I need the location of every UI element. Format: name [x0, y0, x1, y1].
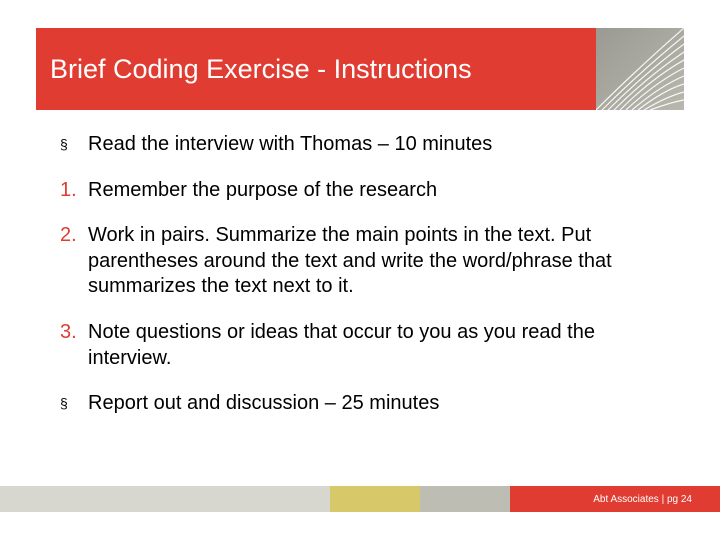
title-bar: Brief Coding Exercise - Instructions — [36, 28, 596, 110]
list-item-text: Remember the purpose of the research — [88, 178, 437, 204]
list-item-text: Report out and discussion – 25 minutes — [88, 391, 439, 417]
list-item-text: Work in pairs. Summarize the main points… — [88, 223, 660, 300]
footer-segment — [330, 486, 420, 512]
list-item-text: Read the interview with Thomas – 10 minu… — [88, 132, 492, 158]
footer-bar: Abt Associates | pg 24 — [0, 486, 720, 512]
list-item: 3. Note questions or ideas that occur to… — [60, 320, 660, 371]
list-item-text: Note questions or ideas that occur to yo… — [88, 320, 660, 371]
list-item: 2. Work in pairs. Summarize the main poi… — [60, 223, 660, 300]
bullet-icon: § — [60, 391, 88, 417]
slide-title: Brief Coding Exercise - Instructions — [50, 54, 472, 85]
footer-segment — [420, 486, 510, 512]
list-item: § Read the interview with Thomas – 10 mi… — [60, 132, 660, 158]
content-body: § Read the interview with Thomas – 10 mi… — [60, 132, 660, 437]
number-marker: 1. — [60, 178, 88, 204]
list-item: § Report out and discussion – 25 minutes — [60, 391, 660, 417]
footer-segment: Abt Associates | pg 24 — [510, 486, 720, 512]
list-item: 1. Remember the purpose of the research — [60, 178, 660, 204]
bullet-icon: § — [60, 132, 88, 158]
footer-segment — [0, 486, 330, 512]
logo — [596, 28, 684, 110]
footer-text: Abt Associates | pg 24 — [593, 494, 692, 505]
number-marker: 2. — [60, 223, 88, 300]
number-marker: 3. — [60, 320, 88, 371]
